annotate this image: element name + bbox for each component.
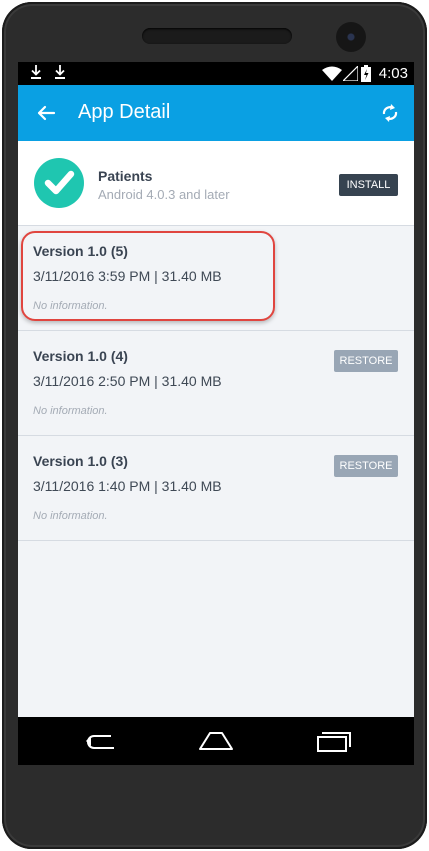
version-info: No information. <box>33 405 108 417</box>
version-item[interactable]: Version 1.0 (3) 3/11/2016 1:40 PM | 31.4… <box>18 436 414 541</box>
version-title: Version 1.0 (4) <box>33 348 128 364</box>
phone-speaker <box>142 28 292 44</box>
app-bar: App Detail <box>18 85 414 141</box>
app-name: Patients <box>98 168 153 184</box>
restore-button[interactable]: RESTORE <box>334 350 398 372</box>
version-title: Version 1.0 (5) <box>33 243 128 259</box>
back-arrow-icon[interactable] <box>32 99 60 127</box>
download-icon <box>55 65 65 79</box>
version-list: Version 1.0 (5) 3/11/2016 3:59 PM | 31.4… <box>18 226 414 541</box>
navigation-bar <box>18 717 414 765</box>
version-meta: 3/11/2016 3:59 PM | 31.40 MB <box>33 268 222 284</box>
restore-button[interactable]: RESTORE <box>334 455 398 477</box>
app-requirement: Android 4.0.3 and later <box>98 187 230 202</box>
install-button[interactable]: INSTALL <box>339 174 398 196</box>
battery-icon <box>361 65 371 82</box>
version-info: No information. <box>33 300 108 312</box>
wifi-icon <box>322 66 342 81</box>
version-meta: 3/11/2016 1:40 PM | 31.40 MB <box>33 478 222 494</box>
version-meta: 3/11/2016 2:50 PM | 31.40 MB <box>33 373 222 389</box>
version-info: No information. <box>33 510 108 522</box>
version-item[interactable]: Version 1.0 (4) 3/11/2016 2:50 PM | 31.4… <box>18 331 414 436</box>
signal-icon <box>343 66 358 81</box>
phone-camera <box>336 22 366 52</box>
nav-back-icon[interactable] <box>80 727 120 755</box>
download-icon <box>31 65 41 79</box>
page-title: App Detail <box>78 101 171 123</box>
status-bar: 4:03 <box>18 62 414 85</box>
app-header: Patients Android 4.0.3 and later INSTALL <box>18 141 414 226</box>
phone-frame: 4:03 App Detail Patients Android 4.0.3 a… <box>2 2 427 849</box>
checkmark-icon <box>44 170 75 195</box>
refresh-icon[interactable] <box>376 99 404 127</box>
version-item[interactable]: Version 1.0 (5) 3/11/2016 3:59 PM | 31.4… <box>18 226 414 331</box>
nav-recents-icon[interactable] <box>314 727 354 755</box>
device-screen: 4:03 App Detail Patients Android 4.0.3 a… <box>18 62 414 765</box>
status-time: 4:03 <box>378 65 408 82</box>
nav-home-icon[interactable] <box>196 727 236 755</box>
app-icon <box>34 158 84 208</box>
version-title: Version 1.0 (3) <box>33 453 128 469</box>
